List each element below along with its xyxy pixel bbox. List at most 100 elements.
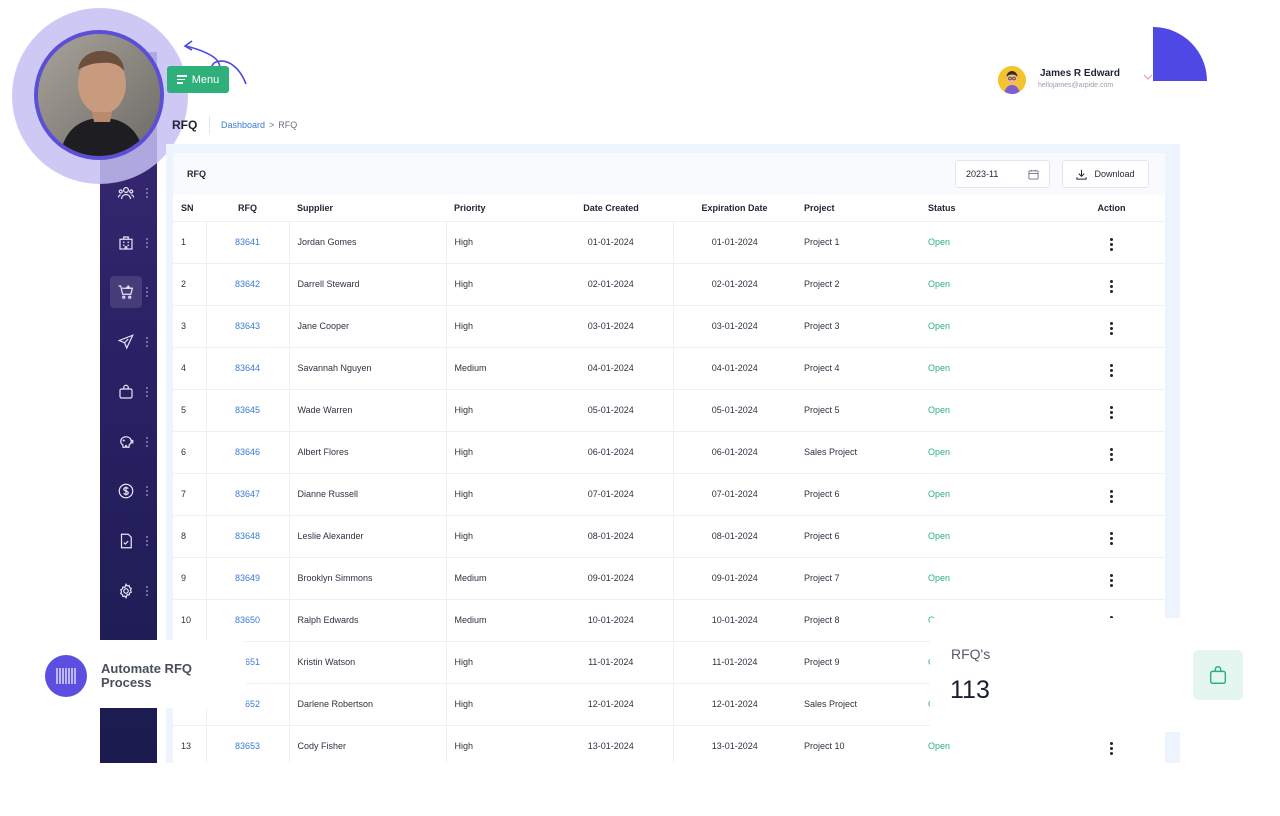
table-row[interactable]: 5 83645 Wade Warren High 05-01-2024 05-01-202…	[173, 388, 1165, 431]
more-icon[interactable]	[146, 337, 150, 347]
cell-action	[1058, 262, 1165, 305]
cell-project: Project 1	[796, 220, 920, 263]
cell-expiration-date: 06-01-2024	[673, 430, 796, 473]
cell-sn: 2	[173, 262, 207, 305]
column-header-rfq[interactable]: RFQ	[206, 195, 289, 221]
date-picker[interactable]: 2023-11	[955, 160, 1050, 188]
table-row[interactable]: 9 83649 Brooklyn Simmons Medium 09-01-2024 09…	[173, 556, 1165, 599]
sidebar-item-send[interactable]	[110, 326, 152, 358]
download-button[interactable]: Download	[1062, 160, 1149, 188]
kebab-menu-icon[interactable]	[1110, 238, 1113, 251]
column-header-action: Action	[1097, 202, 1126, 213]
sidebar-item-orders[interactable]	[110, 376, 152, 408]
cell-project: Project 6	[796, 472, 920, 515]
rfq-link[interactable]: 83653	[206, 724, 290, 763]
more-icon[interactable]	[146, 586, 150, 596]
status-badge: Open	[920, 304, 1058, 347]
kebab-menu-icon[interactable]	[1110, 406, 1113, 419]
kebab-menu-icon[interactable]	[1110, 322, 1113, 335]
sidebar-item-settings[interactable]	[110, 575, 152, 607]
table-row[interactable]: 3 83643 Jane Cooper High 03-01-2024 03-01-202…	[173, 304, 1165, 347]
kebab-menu-icon[interactable]	[1110, 742, 1113, 756]
cell-sn: 6	[173, 430, 207, 473]
sidebar-item-payments[interactable]	[110, 475, 152, 507]
rfq-link[interactable]: 83648	[206, 514, 290, 557]
table-row[interactable]: 4 83644 Savannah Nguyen Medium 04-01-2024 04-…	[173, 346, 1165, 389]
kebab-menu-icon[interactable]	[1110, 364, 1113, 377]
kebab-menu-icon[interactable]	[1110, 448, 1113, 461]
table-row[interactable]: 7 83647 Dianne Russell High 07-01-2024 07-01-…	[173, 472, 1165, 515]
column-header-expiration-date[interactable]: Expiration Date	[673, 195, 796, 221]
more-icon[interactable]	[146, 486, 150, 496]
title-divider	[209, 116, 210, 134]
column-header-priority[interactable]: Priority	[446, 195, 549, 221]
rfq-link[interactable]: 83645	[206, 388, 290, 431]
cell-supplier: Brooklyn Simmons	[289, 556, 447, 599]
more-icon[interactable]	[146, 287, 150, 297]
rfq-link[interactable]: 83644	[206, 346, 290, 389]
column-header-sn[interactable]: SN	[173, 195, 206, 221]
table-row[interactable]: 6 83646 Albert Flores High 06-01-2024 06-01-2…	[173, 430, 1165, 473]
cell-date-created: 12-01-2024	[549, 682, 674, 725]
calendar-icon	[1028, 169, 1039, 180]
cell-supplier: Savannah Nguyen	[289, 346, 447, 389]
sidebar-item-documents[interactable]	[110, 525, 152, 557]
cell-date-created: 08-01-2024	[549, 514, 674, 557]
profile-photo	[38, 34, 160, 156]
sidebar-item-rfq[interactable]	[110, 276, 152, 308]
kebab-menu-icon[interactable]	[1110, 280, 1113, 293]
page-title: RFQ	[172, 118, 198, 132]
cell-sn: 4	[173, 346, 207, 389]
more-icon[interactable]	[146, 536, 150, 546]
cell-date-created: 09-01-2024	[549, 556, 674, 599]
sidebar-item-budget[interactable]	[110, 426, 152, 458]
cell-expiration-date: 08-01-2024	[673, 514, 796, 557]
cell-expiration-date: 05-01-2024	[673, 388, 796, 431]
cell-action	[1058, 556, 1165, 599]
status-badge: Open	[920, 220, 1058, 263]
rfq-link[interactable]: 83650	[206, 598, 290, 641]
rfq-link[interactable]: 83643	[206, 304, 290, 347]
cell-project: Project 3	[796, 304, 920, 347]
table-row[interactable]: 8 83648 Leslie Alexander High 08-01-2024 08-0…	[173, 514, 1165, 557]
cell-expiration-date: 12-01-2024	[673, 682, 796, 725]
cell-date-created: 06-01-2024	[549, 430, 674, 473]
cell-date-created: 05-01-2024	[549, 388, 674, 431]
breadcrumb-dashboard-link[interactable]: Dashboard	[221, 120, 265, 130]
column-header-supplier[interactable]: Supplier	[289, 195, 446, 221]
cell-supplier: Cody Fisher	[289, 724, 447, 763]
rfq-link[interactable]: 83642	[206, 262, 290, 305]
table-row[interactable]: 2 83642 Darrell Steward High 02-01-2024 02-01…	[173, 262, 1165, 305]
more-icon[interactable]	[146, 437, 150, 447]
cell-date-created: 07-01-2024	[549, 472, 674, 515]
cell-action	[1058, 514, 1165, 557]
table-row[interactable]: 1 83641 Jordan Gomes High 01-01-2024 01-01-20…	[173, 220, 1165, 263]
more-icon[interactable]	[146, 387, 150, 397]
rfq-link[interactable]: 83641	[206, 220, 290, 263]
menu-button[interactable]: Menu	[167, 66, 229, 93]
rfq-link[interactable]: 83647	[206, 472, 290, 515]
cell-supplier: Wade Warren	[289, 388, 447, 431]
kebab-menu-icon[interactable]	[1110, 532, 1113, 545]
cell-project: Project 4	[796, 346, 920, 389]
download-label: Download	[1094, 169, 1135, 179]
kebab-menu-icon[interactable]	[1110, 490, 1113, 503]
rfq-link[interactable]: 83646	[206, 430, 290, 473]
cell-project: Project 7	[796, 556, 920, 599]
more-icon[interactable]	[146, 188, 150, 198]
column-header-date-created[interactable]: Date Created	[549, 195, 673, 221]
cell-project: Project 5	[796, 388, 920, 431]
cell-supplier: Darlene Robertson	[289, 682, 447, 725]
card-title: RFQ	[187, 169, 206, 179]
column-header-status[interactable]: Status	[920, 195, 1058, 221]
sidebar-item-company[interactable]	[110, 227, 152, 259]
kebab-menu-icon[interactable]	[1110, 574, 1113, 587]
column-header-project[interactable]: Project	[796, 195, 920, 221]
user-avatar[interactable]	[998, 66, 1026, 94]
automate-rfq-text: Automate RFQ Process	[101, 661, 192, 690]
rfq-link[interactable]: 83649	[206, 556, 290, 599]
piggy-bank-icon	[110, 426, 142, 458]
shopping-bag-icon	[1209, 666, 1227, 684]
more-icon[interactable]	[146, 238, 150, 248]
send-icon	[110, 326, 142, 358]
